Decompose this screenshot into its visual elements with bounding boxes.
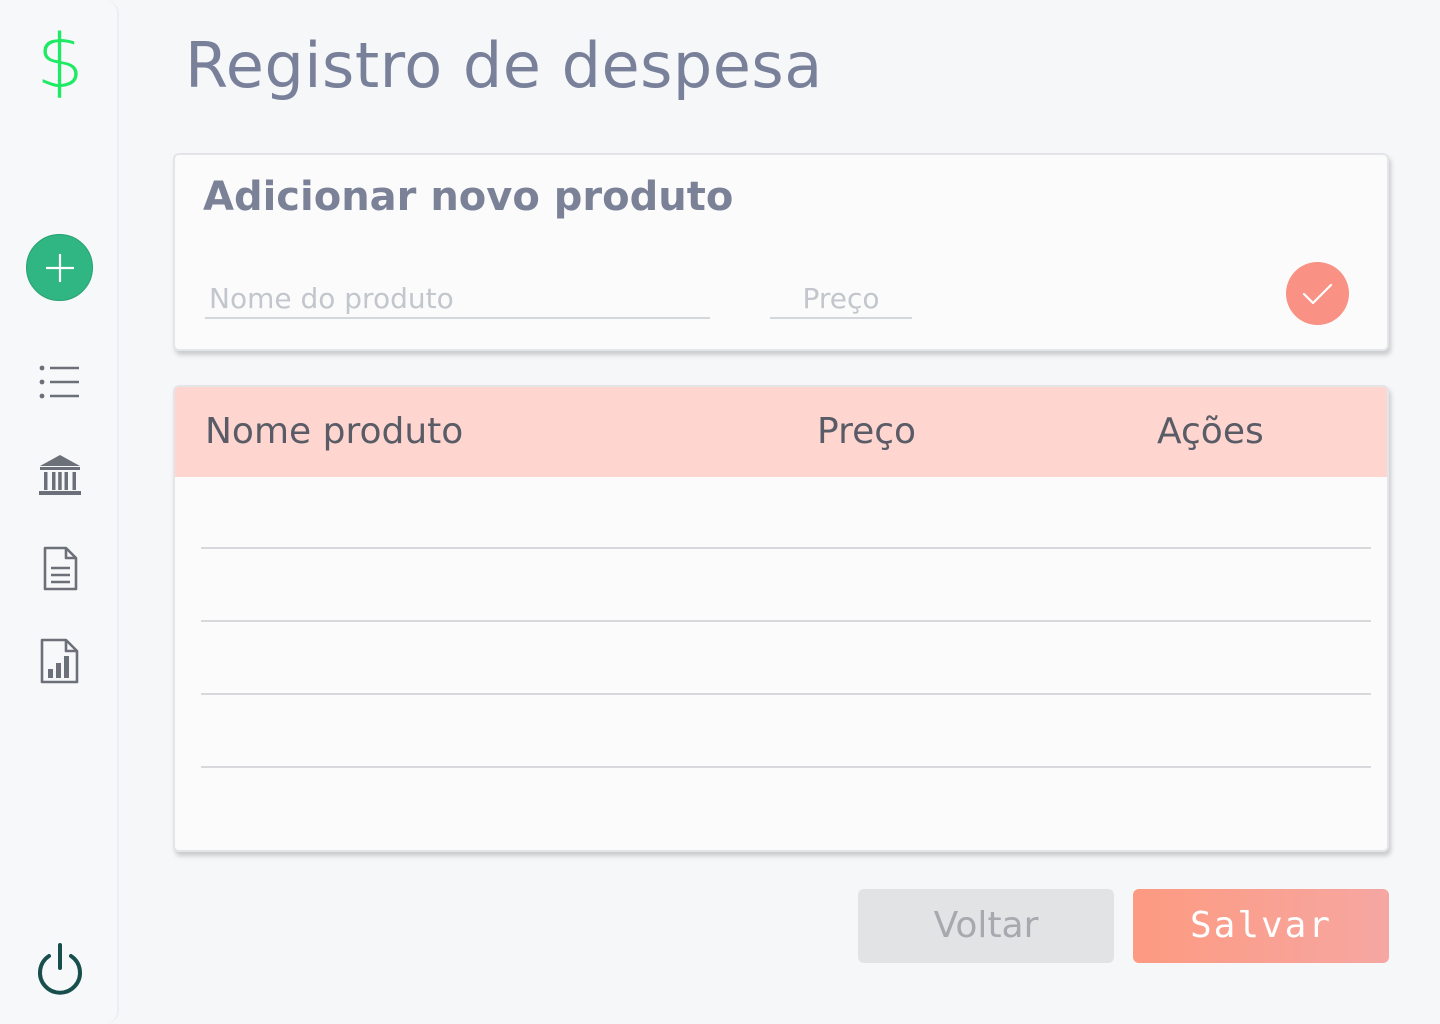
save-button[interactable]: Salvar (1133, 889, 1389, 963)
table-row (201, 549, 1371, 622)
table-row (201, 695, 1371, 768)
table-row (201, 622, 1371, 695)
add-product-card: Adicionar novo produto (173, 153, 1389, 351)
column-header-actions: Ações (1157, 411, 1264, 452)
sidebar-item-document[interactable] (36, 545, 84, 593)
document-icon (43, 546, 78, 591)
column-header-price: Preço (817, 411, 917, 452)
list-icon (39, 365, 79, 399)
products-table: Nome produto Preço Ações (173, 385, 1389, 852)
back-button[interactable]: Voltar (858, 889, 1114, 963)
price-input[interactable] (770, 279, 912, 319)
report-icon (40, 638, 79, 684)
add-product-title: Adicionar novo produto (203, 174, 734, 220)
sidebar-item-report[interactable] (36, 637, 84, 685)
power-icon (38, 943, 82, 995)
add-expense-button[interactable] (26, 234, 93, 301)
sidebar-item-bank[interactable] (36, 452, 84, 500)
add-product-confirm-button[interactable] (1286, 262, 1349, 325)
check-icon (1302, 283, 1333, 305)
dollar-logo-icon: $ (36, 19, 84, 105)
sidebar: $ (0, 0, 119, 1024)
product-name-input[interactable] (205, 279, 710, 319)
page-title: Registro de despesa (185, 29, 823, 102)
table-header: Nome produto Preço Ações (175, 387, 1387, 477)
logout-button[interactable] (34, 942, 86, 996)
sidebar-item-list[interactable] (36, 358, 84, 406)
column-header-name: Nome produto (205, 411, 464, 452)
table-row (201, 476, 1371, 549)
bank-icon (39, 455, 81, 495)
plus-icon (46, 254, 74, 282)
